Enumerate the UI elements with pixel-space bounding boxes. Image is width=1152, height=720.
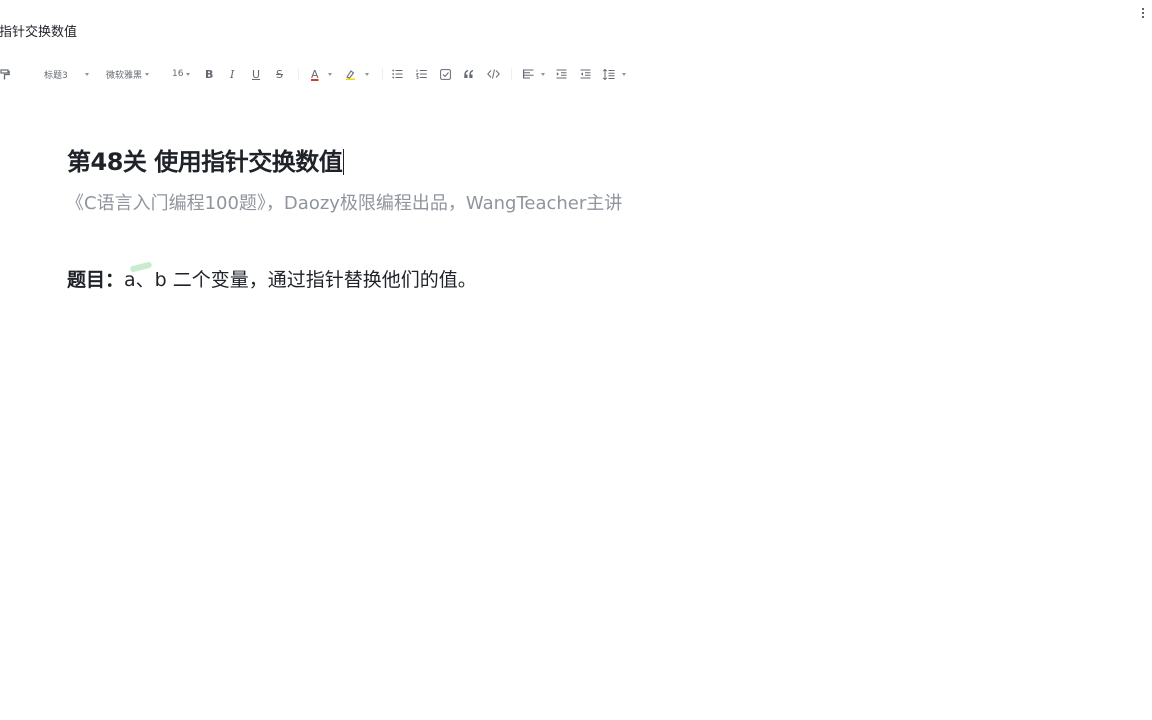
question-text: a、b 二个变量，通过指针替换他们的值。 xyxy=(124,269,477,291)
quote-icon xyxy=(464,69,474,78)
document-title-bar: 用指针交换数值 xyxy=(0,0,1152,56)
chevron-down-icon xyxy=(622,72,626,76)
bold-button[interactable]: B xyxy=(205,62,213,86)
chevron-down-icon xyxy=(145,72,150,76)
font-family-dropdown[interactable]: 微软雅黑 xyxy=(106,62,150,86)
quote-button[interactable] xyxy=(464,62,475,86)
decrease-indent-button[interactable] xyxy=(580,62,591,86)
paragraph-style-dropdown[interactable]: 标题3 xyxy=(44,62,89,86)
underline-button[interactable]: U xyxy=(252,62,260,86)
format-painter-icon xyxy=(0,68,10,79)
chevron-down-icon xyxy=(365,72,369,76)
chevron-down-icon xyxy=(541,72,545,76)
line-height-icon xyxy=(603,68,615,80)
align-dropdown[interactable] xyxy=(523,62,545,86)
font-color-button[interactable]: A xyxy=(311,62,332,86)
format-toolbar: 标题3 微软雅黑 16 B I U S A xyxy=(0,62,1152,86)
document-heading[interactable]: 第48关 使用指针交换数值 xyxy=(67,142,345,177)
chevron-down-icon xyxy=(327,72,332,76)
document-editor[interactable]: 第48关 使用指针交换数值 《C语言入门编程100题》，Daozy极限编程出品，… xyxy=(0,92,1152,720)
line-height-dropdown[interactable] xyxy=(603,62,626,86)
font-size-value: 16 xyxy=(172,69,184,79)
more-options-icon[interactable] xyxy=(1138,6,1148,22)
paragraph-style-value: 标题3 xyxy=(44,70,68,81)
code-button[interactable] xyxy=(487,62,500,86)
highlighter-icon xyxy=(346,69,355,80)
toolbar-divider xyxy=(511,68,512,80)
bullet-list-button[interactable] xyxy=(392,62,403,86)
question-label: 题目： xyxy=(67,269,125,291)
increase-indent-button[interactable] xyxy=(556,62,567,86)
align-left-icon xyxy=(523,69,534,79)
highlight-color-button[interactable] xyxy=(345,62,369,86)
chevron-down-icon xyxy=(186,72,191,76)
underline-icon: U xyxy=(252,67,261,81)
strikethrough-icon: S xyxy=(276,67,283,81)
toolbar-divider xyxy=(382,68,383,80)
checkbox-icon xyxy=(440,68,451,80)
font-family-value: 微软雅黑 xyxy=(106,70,143,81)
checklist-button[interactable] xyxy=(440,62,451,86)
bold-icon: B xyxy=(205,67,214,81)
numbered-list-button[interactable] xyxy=(416,62,427,86)
indent-icon xyxy=(556,69,567,79)
question-paragraph[interactable]: 题目：a、b 二个变量，通过指针替换他们的值。 xyxy=(67,265,477,292)
document-subtitle[interactable]: 《C语言入门编程100题》，Daozy极限编程出品，WangTeacher主讲 xyxy=(66,189,622,215)
format-painter-button[interactable] xyxy=(0,62,10,86)
code-icon xyxy=(487,69,500,79)
italic-icon: I xyxy=(230,67,235,81)
strikethrough-button[interactable]: S xyxy=(276,62,283,86)
text-cursor xyxy=(343,149,345,175)
chevron-down-icon xyxy=(84,72,89,76)
outdent-icon xyxy=(580,69,591,79)
font-color-icon: A xyxy=(311,67,319,81)
document-heading-text: 第48关 使用指针交换数值 xyxy=(67,148,343,176)
italic-button[interactable]: I xyxy=(230,62,234,86)
document-title[interactable]: 用指针交换数值 xyxy=(0,21,77,40)
toolbar-divider xyxy=(298,68,299,80)
bullet-list-icon xyxy=(392,69,403,79)
numbered-list-icon xyxy=(416,69,427,79)
font-size-dropdown[interactable]: 16 xyxy=(172,62,191,86)
